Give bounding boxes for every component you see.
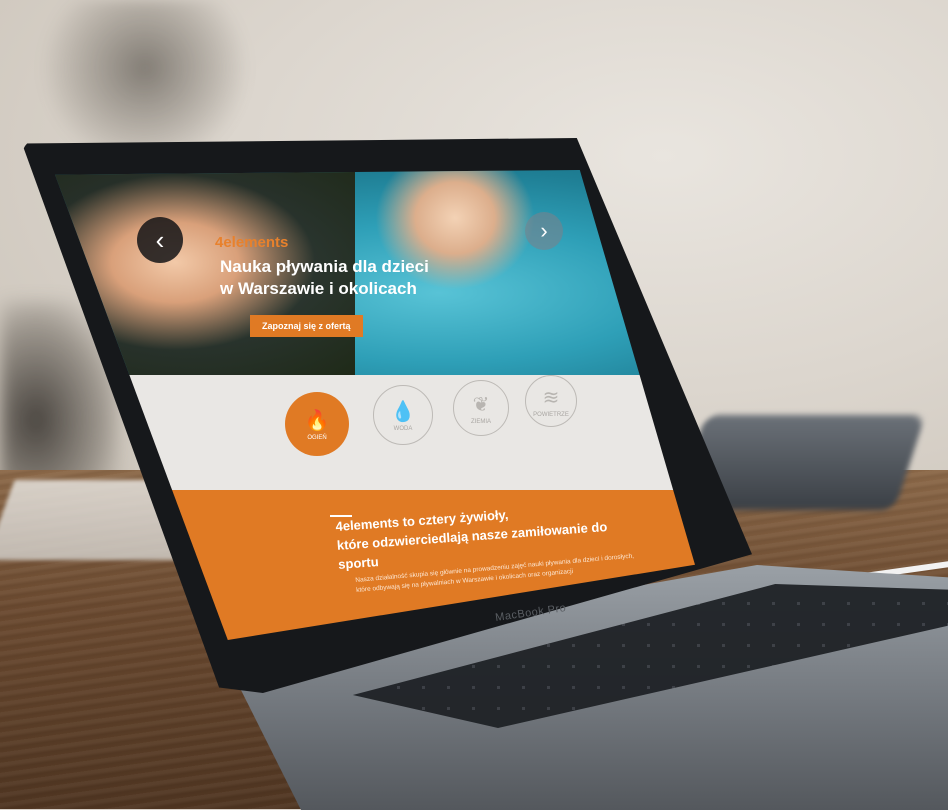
slider-next-button[interactable]: › — [525, 212, 563, 250]
element-label: OGIEŃ — [307, 434, 327, 441]
droplet-icon: 💧 — [390, 400, 416, 423]
offer-button[interactable]: Zapoznaj się z ofertą — [250, 315, 363, 337]
chevron-left-icon: ‹ — [155, 224, 165, 255]
element-earth-button[interactable]: ❦ ZIEMIA — [453, 380, 509, 436]
element-water-button[interactable]: 💧 WODA — [373, 385, 433, 445]
flame-icon: 🔥 — [304, 409, 330, 432]
slider-prev-button[interactable]: ‹ — [137, 217, 183, 263]
brand-name: 4elements — [215, 234, 289, 251]
headline-line-2: w Warszawie i okolicach — [220, 279, 417, 299]
element-air-button[interactable]: ≋ POWIETRZE — [525, 375, 577, 427]
headline-line-1: Nauka pływania dla dzieci — [220, 257, 429, 276]
hero-headline: Nauka pływania dla dzieci w Warszawie i … — [220, 256, 450, 300]
element-label: POWIETRZE — [533, 411, 569, 418]
leaf-icon: ❦ — [472, 393, 490, 416]
element-fire-button[interactable]: 🔥 OGIEŃ — [285, 392, 349, 456]
element-label: WODA — [393, 425, 413, 432]
chevron-right-icon: › — [540, 218, 548, 243]
element-label: ZIEMIA — [470, 418, 491, 425]
wind-icon: ≋ — [542, 386, 560, 409]
